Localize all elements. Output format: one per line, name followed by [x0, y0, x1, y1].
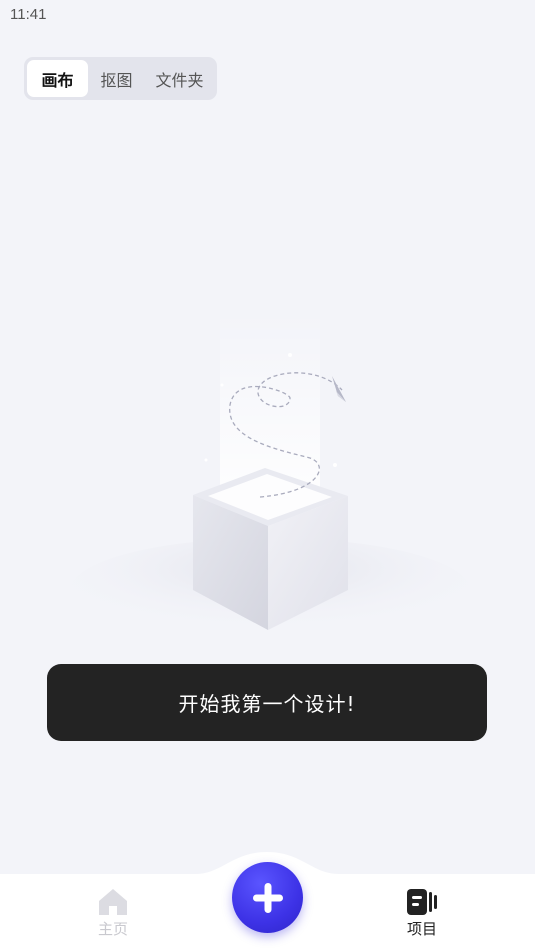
tab-canvas[interactable]: 画布 — [27, 60, 89, 97]
projects-icon — [407, 889, 437, 915]
nav-home[interactable]: 主页 — [73, 888, 153, 939]
create-button[interactable] — [232, 862, 303, 933]
plus-icon — [252, 882, 283, 913]
home-icon — [99, 889, 127, 915]
bottom-navigation: 主页 项目 — [0, 850, 535, 951]
nav-home-label: 主页 — [97, 920, 128, 938]
tab-cutout[interactable]: 抠图 — [88, 60, 145, 97]
start-first-design-button[interactable]: 开始我第一个设计! — [47, 664, 487, 741]
status-bar-time: 11:41 — [10, 6, 47, 23]
nav-projects[interactable]: 项目 — [382, 888, 462, 939]
nav-projects-label: 项目 — [406, 920, 437, 938]
tab-folder[interactable]: 文件夹 — [145, 60, 214, 97]
empty-box-icon — [60, 300, 480, 650]
segment-tabs: 画布 抠图 文件夹 — [24, 57, 217, 100]
